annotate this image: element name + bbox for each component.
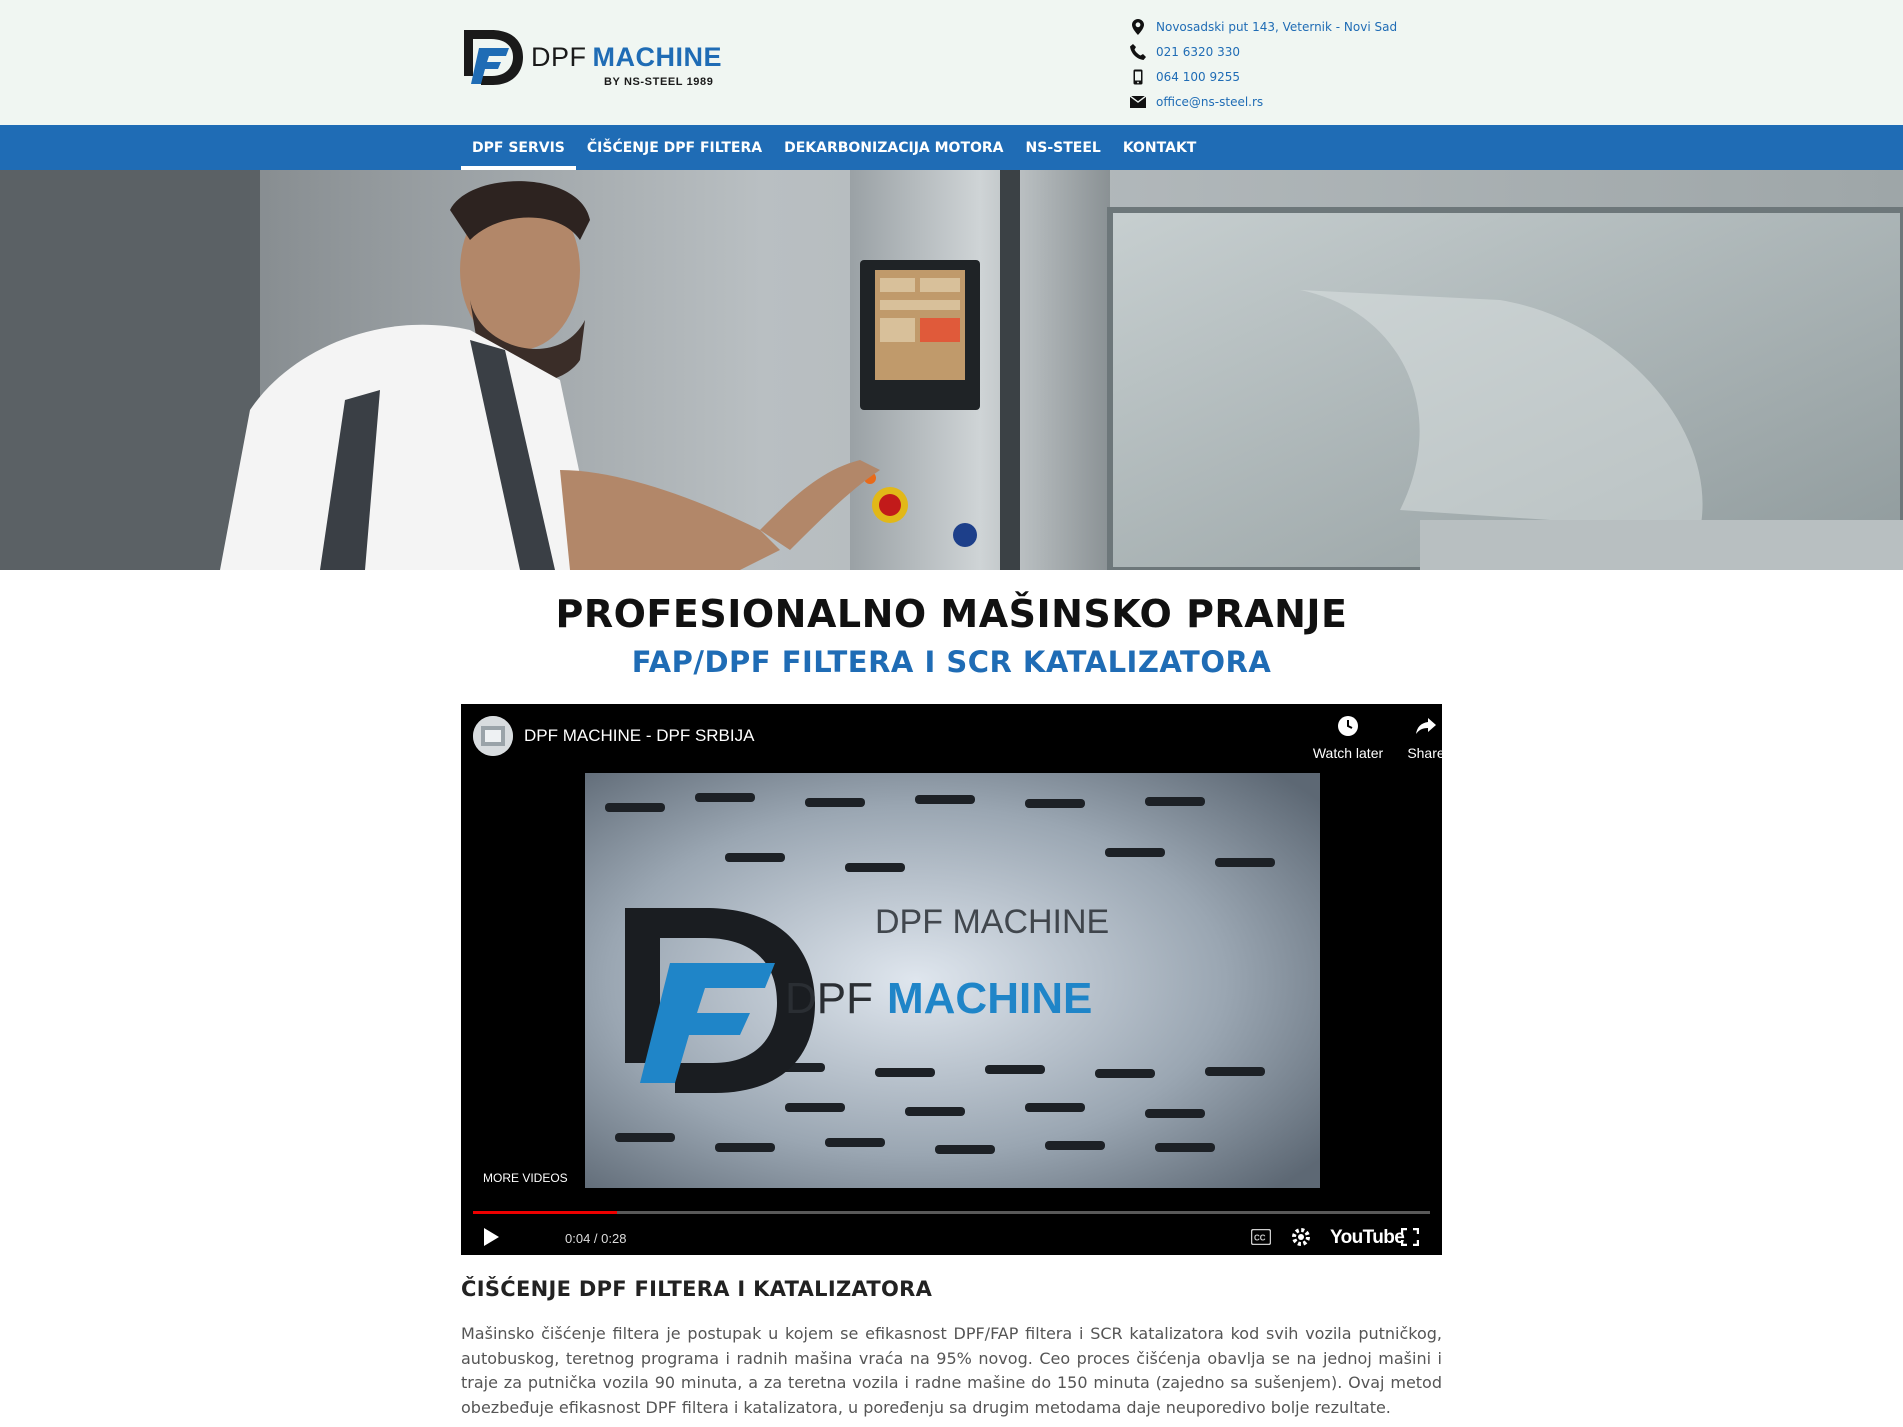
watch-later-button[interactable]: Watch later — [1308, 714, 1388, 761]
page-subtitle: FAP/DPF FILTERA I SCR KATALIZATORA — [631, 645, 1272, 679]
watch-later-label: Watch later — [1312, 745, 1384, 761]
fullscreen-icon[interactable] — [1401, 1228, 1419, 1246]
dpf-logo-mark-icon — [464, 30, 523, 85]
contact-address-text: Novosadski put 143, Veternik - Novi Sad — [1156, 19, 1398, 34]
settings-gear-icon[interactable] — [1291, 1227, 1311, 1247]
closed-captions-icon[interactable]: CC — [1251, 1229, 1271, 1245]
site-header: DPF MACHINE BY NS-STEEL 1989 Novosadski p… — [0, 0, 1903, 125]
contact-info: Novosadski put 143, Veternik - Novi Sad … — [1130, 14, 1397, 114]
video-controls: 0:04 / 0:28 CC YouTube — [461, 1219, 1442, 1255]
phone-icon — [1130, 43, 1146, 60]
video-frame-logo-machine: MACHINE — [887, 974, 1092, 1023]
main-nav: DPF SERVIS ČIŠĆENJE DPF FILTERA DEKARBON… — [0, 125, 1903, 170]
clock-icon — [1338, 716, 1358, 736]
site-logo[interactable]: DPF MACHINE BY NS-STEEL 1989 — [461, 24, 741, 90]
svg-text:CC: CC — [1254, 1234, 1266, 1243]
video-time: 0:04 / 0:28 — [565, 1231, 627, 1246]
hero-image — [0, 170, 1903, 570]
youtube-logo[interactable]: YouTube — [1330, 1227, 1405, 1249]
nav-item-dekarbonizacija-motora[interactable]: DEKARBONIZACIJA MOTORA — [773, 125, 1014, 170]
share-icon — [1416, 718, 1436, 734]
video-progress-played — [473, 1211, 617, 1214]
video-progress-bar[interactable] — [473, 1211, 1430, 1214]
share-label: Share — [1407, 745, 1442, 761]
logo-machine-text: MACHINE — [592, 42, 722, 72]
contact-mobile[interactable]: 064 100 9255 — [1130, 64, 1397, 89]
video-frame-reflection-text: DPF MACHINE — [875, 903, 1109, 941]
article-heading: ČIŠĆENJE DPF FILTERA I KATALIZATORA — [461, 1277, 933, 1301]
contact-phone[interactable]: 021 6320 330 — [1130, 39, 1397, 64]
youtube-video-player[interactable]: DPF MACHINE DPF MACHINE DPF MACHINE - DP… — [461, 704, 1442, 1255]
logo-dpf-text: DPF — [531, 42, 587, 72]
nav-item-kontakt[interactable]: KONTAKT — [1112, 125, 1208, 170]
channel-avatar[interactable] — [473, 716, 513, 756]
contact-phone-text[interactable]: 021 6320 330 — [1156, 45, 1240, 59]
contact-email-text[interactable]: office@ns-steel.rs — [1156, 95, 1263, 109]
channel-avatar-icon — [473, 716, 513, 756]
nav-items: DPF SERVIS ČIŠĆENJE DPF FILTERA DEKARBON… — [461, 125, 1207, 170]
video-frame-logo-dpf: DPF — [785, 974, 873, 1023]
video-thumbnail[interactable]: DPF MACHINE DPF MACHINE — [585, 773, 1320, 1188]
map-pin-icon — [1130, 18, 1146, 35]
article-body: Mašinsko čišćenje filtera je postupak u … — [461, 1324, 1442, 1417]
more-videos-button[interactable]: MORE VIDEOS — [483, 1171, 568, 1185]
contact-email[interactable]: office@ns-steel.rs — [1130, 89, 1397, 114]
envelope-icon — [1130, 94, 1146, 110]
nav-item-ciscenje-dpf-filtera[interactable]: ČIŠĆENJE DPF FILTERA — [576, 125, 773, 170]
page-title: PROFESIONALNO MAŠINSKO PRANJE — [555, 592, 1348, 636]
contact-address: Novosadski put 143, Veternik - Novi Sad — [1130, 14, 1397, 39]
logo-wordmark: DPF MACHINE — [531, 42, 722, 73]
hero-photo-technician — [0, 170, 1903, 570]
contact-mobile-text[interactable]: 064 100 9255 — [1156, 70, 1240, 84]
mobile-phone-icon — [1130, 69, 1146, 85]
video-title[interactable]: DPF MACHINE - DPF SRBIJA — [524, 726, 754, 746]
nav-item-dpf-servis[interactable]: DPF SERVIS — [461, 125, 576, 170]
share-button[interactable]: Share — [1386, 714, 1442, 761]
video-frame-image: DPF MACHINE DPF MACHINE — [585, 773, 1320, 1188]
nav-item-ns-steel[interactable]: NS-STEEL — [1015, 125, 1112, 170]
logo-tagline: BY NS-STEEL 1989 — [604, 76, 714, 88]
play-icon[interactable] — [483, 1228, 499, 1246]
